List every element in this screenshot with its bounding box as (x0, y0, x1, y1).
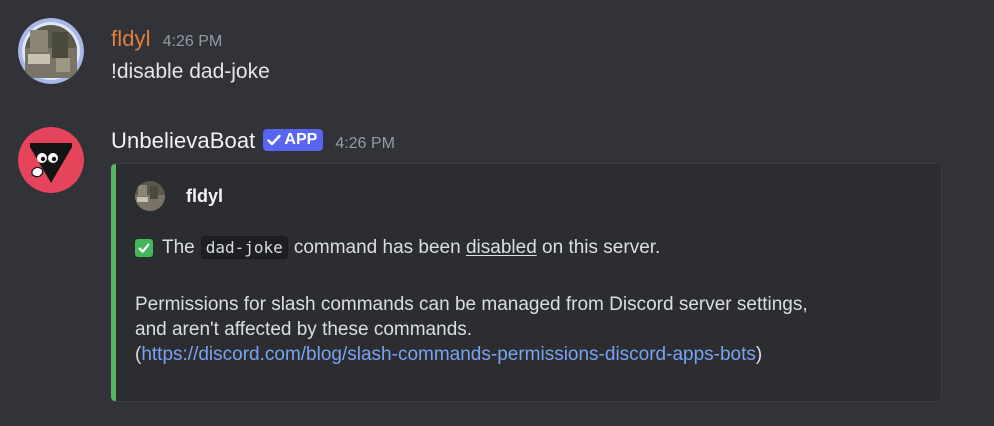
app-badge: APP (263, 129, 324, 151)
status-disabled: disabled (465, 236, 537, 258)
link-close-paren: ) (755, 344, 763, 365)
embed-author: fldyl (135, 181, 223, 211)
status-suffix: on this server. (542, 236, 661, 258)
username-unbelievaboat[interactable]: UnbelievaBoat (111, 128, 255, 154)
embed-author-name[interactable]: fldyl (186, 186, 223, 207)
message-header: fldyl 4:26 PM (111, 26, 222, 52)
message-content: !disable dad-joke (111, 60, 270, 83)
note-link-line: (https://discord.com/blog/slash-commands… (135, 342, 925, 367)
embed-author-avatar (135, 181, 165, 211)
embed-accent-bar (111, 164, 116, 401)
verified-check-icon (267, 134, 282, 146)
note-line-2: and aren't affected by these commands. (135, 319, 473, 340)
message-unbelievaboat: UnbelievaBoat APP 4:26 PM fldyl The dad-… (0, 118, 994, 418)
status-prefix: The (162, 236, 195, 258)
command-code: dad-joke (200, 236, 288, 259)
white-check-mark-icon (135, 238, 153, 257)
user-avatar-fldyl[interactable] (18, 18, 84, 84)
message-fldyl: fldyl 4:26 PM !disable dad-joke (0, 0, 994, 110)
embed-status-line: The dad-joke command has been disabled o… (135, 236, 660, 259)
embed: fldyl The dad-joke command has been disa… (111, 163, 942, 402)
bot-avatar-unbelievaboat[interactable] (18, 127, 84, 193)
note-line-1: Permissions for slash commands can be ma… (135, 294, 808, 315)
message-header: UnbelievaBoat APP 4:26 PM (111, 128, 395, 154)
timestamp[interactable]: 4:26 PM (335, 135, 395, 153)
username-fldyl[interactable]: fldyl (111, 26, 151, 52)
app-badge-label: APP (284, 131, 318, 148)
embed-permissions-note: Permissions for slash commands can be ma… (135, 292, 925, 367)
timestamp[interactable]: 4:26 PM (163, 33, 223, 51)
status-middle: command has been (293, 236, 461, 258)
discord-blog-link[interactable]: https://discord.com/blog/slash-commands-… (141, 344, 756, 365)
